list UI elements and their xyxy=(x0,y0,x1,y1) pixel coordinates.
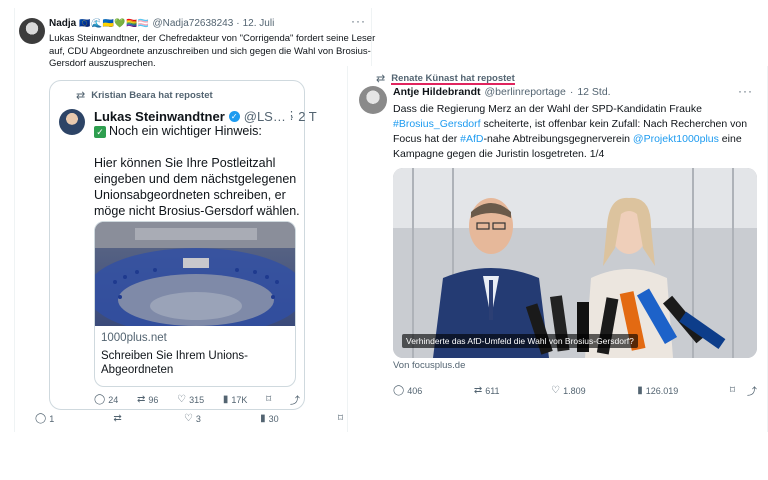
post-text: Dass die Regierung Merz an der Wahl der … xyxy=(393,102,757,162)
check-mark-icon: ✓ xyxy=(94,126,106,138)
parliament-image xyxy=(95,222,295,326)
text-segment: -nahe Abtreibungsgegnerverein xyxy=(483,133,633,145)
repost-icon: ⇄ xyxy=(376,73,386,85)
link-domain[interactable]: 1000plus.net xyxy=(101,332,167,344)
link-source[interactable]: Von focusplus.de xyxy=(393,360,465,371)
bookmark-share-group: ⌑ ⤴ xyxy=(730,383,757,398)
bookmark-icon[interactable]: ⌑ xyxy=(730,385,735,396)
like-button[interactable]: ♡ 315 xyxy=(177,394,204,405)
like-count: 3 xyxy=(195,413,201,424)
repost-count: 611 xyxy=(485,385,500,396)
post-header: Nadja 🇪🇺🌊🇺🇦💚🏳️‍🌈🏳️‍⚧️ @Nadja72638243 · 1… xyxy=(49,18,274,29)
image-caption: Verhinderte das AfD-Umfeld die Wahl von … xyxy=(402,334,638,348)
author-handle[interactable]: @Nadja72638243 xyxy=(152,18,233,29)
heart-icon: ♡ xyxy=(551,385,561,396)
heart-icon: ♡ xyxy=(177,394,187,405)
views-button[interactable]: ▮ 17K xyxy=(223,394,248,405)
author-name[interactable]: Antje Hildebrandt xyxy=(393,86,481,98)
post-date[interactable]: 12. Juli xyxy=(243,18,275,29)
right-post[interactable]: ⇄ Renate Künast hat repostet Antje Hilde… xyxy=(347,66,768,432)
reply-icon: ◯ xyxy=(94,394,106,405)
share-icon[interactable]: ⤴ xyxy=(747,383,757,398)
quoted-action-bar: ◯ 24 ⇄ 96 ♡ 315 ▮ 17K ⌑ ⤴ xyxy=(94,392,300,407)
views-icon: ▮ xyxy=(222,394,229,405)
author-avatar[interactable] xyxy=(359,86,387,114)
share-button[interactable]: ⤴ xyxy=(290,392,300,407)
more-options-icon[interactable]: ··· xyxy=(738,84,753,98)
author-name[interactable]: Nadja xyxy=(49,18,76,29)
reply-count: 406 xyxy=(407,385,423,396)
reply-icon: ◯ xyxy=(35,413,47,424)
reply-count: 1 xyxy=(49,413,55,424)
quoted-header: Lukas Steinwandtner ✓ @LS… · 2 T xyxy=(94,109,317,124)
left-post[interactable]: Nadja 🇪🇺🌊🇺🇦💚🏳️‍🌈🏳️‍⚧️ @Nadja72638243 · 1… xyxy=(14,8,375,432)
like-count: 1.809 xyxy=(563,385,586,396)
separator: · xyxy=(569,86,574,98)
quoted-handle[interactable]: @LS… xyxy=(244,109,286,124)
repost-label[interactable]: Kristian Beara hat repostet xyxy=(91,90,212,101)
link-title[interactable]: Schreiben Sie Ihrem Unions-Abgeordneten xyxy=(101,349,291,377)
separator: · xyxy=(236,18,240,29)
quoted-time[interactable]: 2 T xyxy=(298,109,317,124)
link-preview-card[interactable]: 1000plus.net Schreiben Sie Ihrem Unions-… xyxy=(94,221,296,387)
repost-button[interactable]: ⇄ xyxy=(113,413,124,424)
mention-link[interactable]: @Projekt1000plus xyxy=(633,133,719,145)
right-action-bar: ◯ 406 ⇄ 611 ♡ 1.809 ▮ 126.019 ⌑ ⤴ xyxy=(393,383,757,398)
views-count: 17K xyxy=(231,394,248,405)
press-conference-image xyxy=(393,168,757,358)
post-text: Lukas Steinwandtner, der Chefredakteur v… xyxy=(49,33,376,69)
repost-icon: ⇄ xyxy=(113,413,122,424)
views-button[interactable]: ▮ 30 xyxy=(260,413,279,424)
like-button[interactable]: ♡ 3 xyxy=(184,413,201,424)
quoted-text: ✓ Noch ein wichtiger Hinweis: Hier können… xyxy=(94,123,300,235)
bookmark-icon: ⌑ xyxy=(266,394,272,405)
more-options-icon[interactable]: ··· xyxy=(351,14,366,28)
more-options-icon[interactable]: ⋮ xyxy=(286,109,298,122)
quoted-author-avatar[interactable] xyxy=(59,109,85,135)
repost-icon: ⇄ xyxy=(473,385,483,396)
author-handle[interactable]: @berlinreportage xyxy=(485,86,566,98)
views-icon: ▮ xyxy=(637,385,643,396)
repost-button[interactable]: ⇄ 611 xyxy=(474,385,500,396)
bookmark-icon[interactable]: ⌑ xyxy=(338,413,343,424)
repost-count: 96 xyxy=(148,394,159,405)
reply-button[interactable]: ◯ 406 xyxy=(393,385,422,396)
author-avatar[interactable] xyxy=(19,18,45,44)
repost-button[interactable]: ⇄ 96 xyxy=(137,394,158,405)
highlight-underline xyxy=(391,83,515,85)
post-image[interactable]: Verhinderte das AfD-Umfeld die Wahl von … xyxy=(393,168,757,358)
main-action-bar: ◯1 ⇄ ♡3 ▮30 ⌑ ⤴ xyxy=(35,411,365,426)
repost-indicator: ⇄ Kristian Beara hat repostet xyxy=(76,89,213,102)
like-count: 315 xyxy=(189,394,205,405)
quoted-post[interactable]: ⇄ Kristian Beara hat repostet Lukas Stei… xyxy=(49,80,317,410)
views-count: 126.019 xyxy=(645,385,679,396)
hashtag-link[interactable]: #Brosius_Gersdorf xyxy=(393,118,481,130)
views-button[interactable]: ▮ 126.019 xyxy=(637,385,678,396)
quoted-author-name[interactable]: Lukas Steinwandtner xyxy=(94,109,225,124)
post-header: Antje Hildebrandt @berlinreportage · 12 … xyxy=(393,86,611,98)
post-time[interactable]: 12 Std. xyxy=(577,86,610,98)
like-button[interactable]: ♡ 1.809 xyxy=(551,385,586,396)
reply-icon: ◯ xyxy=(393,385,405,396)
quoted-line-1: Noch ein wichtiger Hinweis: xyxy=(109,124,262,138)
views-count: 30 xyxy=(268,413,279,424)
bookmark-button[interactable]: ⌑ xyxy=(266,394,271,405)
repost-icon: ⇄ xyxy=(76,90,86,102)
author-emoji: 🇪🇺🌊🇺🇦💚🏳️‍🌈🏳️‍⚧️ xyxy=(79,18,150,28)
reply-button[interactable]: ◯ 24 xyxy=(94,394,118,405)
reply-count: 24 xyxy=(108,394,119,405)
verified-badge-icon: ✓ xyxy=(228,111,240,122)
hashtag-link[interactable]: #AfD xyxy=(460,133,483,145)
heart-icon: ♡ xyxy=(183,413,193,424)
repost-icon: ⇄ xyxy=(136,394,146,405)
views-icon: ▮ xyxy=(260,413,266,424)
text-segment: Dass die Regierung Merz an der Wahl der … xyxy=(393,103,702,115)
share-icon: ⤴ xyxy=(289,396,300,407)
reply-button[interactable]: ◯ 1 xyxy=(35,413,54,424)
quoted-line-2: Hier können Sie Ihre Postleitzahl eingeb… xyxy=(94,156,300,218)
